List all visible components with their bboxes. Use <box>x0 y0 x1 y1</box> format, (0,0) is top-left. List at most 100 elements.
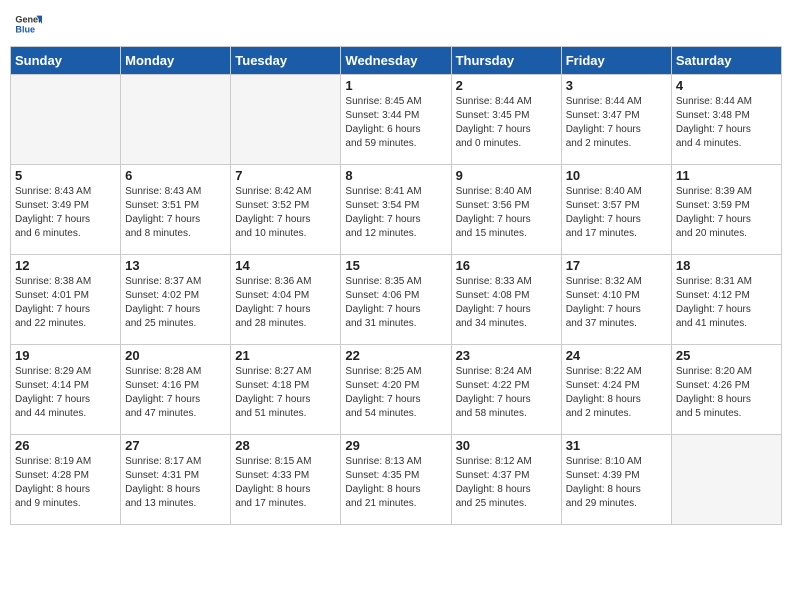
day-info: Sunrise: 8:37 AM Sunset: 4:02 PM Dayligh… <box>125 275 226 331</box>
day-info: Sunrise: 8:28 AM Sunset: 4:16 PM Dayligh… <box>125 365 226 421</box>
calendar-cell: 11 Sunrise: 8:39 AM Sunset: 3:59 PM Dayli… <box>671 165 781 255</box>
day-number: 18 <box>676 258 777 273</box>
day-info: Sunrise: 8:43 AM Sunset: 3:49 PM Dayligh… <box>15 185 116 241</box>
week-row-0: 1 Sunrise: 8:45 AM Sunset: 3:44 PM Daylig… <box>11 75 782 165</box>
calendar-cell: 18 Sunrise: 8:31 AM Sunset: 4:12 PM Dayli… <box>671 255 781 345</box>
weekday-header-row: SundayMondayTuesdayWednesdayThursdayFrid… <box>11 47 782 75</box>
calendar-cell: 17 Sunrise: 8:32 AM Sunset: 4:10 PM Dayli… <box>561 255 671 345</box>
day-number: 1 <box>345 78 446 93</box>
day-number: 23 <box>456 348 557 363</box>
day-info: Sunrise: 8:41 AM Sunset: 3:54 PM Dayligh… <box>345 185 446 241</box>
day-number: 22 <box>345 348 446 363</box>
calendar-cell: 23 Sunrise: 8:24 AM Sunset: 4:22 PM Dayli… <box>451 345 561 435</box>
day-number: 11 <box>676 168 777 183</box>
calendar-cell: 16 Sunrise: 8:33 AM Sunset: 4:08 PM Dayli… <box>451 255 561 345</box>
weekday-header-wednesday: Wednesday <box>341 47 451 75</box>
calendar-cell: 30 Sunrise: 8:12 AM Sunset: 4:37 PM Dayli… <box>451 435 561 525</box>
calendar-cell: 25 Sunrise: 8:20 AM Sunset: 4:26 PM Dayli… <box>671 345 781 435</box>
day-number: 24 <box>566 348 667 363</box>
calendar-cell: 5 Sunrise: 8:43 AM Sunset: 3:49 PM Daylig… <box>11 165 121 255</box>
day-info: Sunrise: 8:22 AM Sunset: 4:24 PM Dayligh… <box>566 365 667 421</box>
day-number: 5 <box>15 168 116 183</box>
day-info: Sunrise: 8:33 AM Sunset: 4:08 PM Dayligh… <box>456 275 557 331</box>
weekday-header-friday: Friday <box>561 47 671 75</box>
day-info: Sunrise: 8:20 AM Sunset: 4:26 PM Dayligh… <box>676 365 777 421</box>
day-info: Sunrise: 8:43 AM Sunset: 3:51 PM Dayligh… <box>125 185 226 241</box>
calendar-cell: 21 Sunrise: 8:27 AM Sunset: 4:18 PM Dayli… <box>231 345 341 435</box>
day-number: 13 <box>125 258 226 273</box>
calendar-cell <box>11 75 121 165</box>
day-info: Sunrise: 8:38 AM Sunset: 4:01 PM Dayligh… <box>15 275 116 331</box>
calendar-cell: 19 Sunrise: 8:29 AM Sunset: 4:14 PM Dayli… <box>11 345 121 435</box>
day-info: Sunrise: 8:12 AM Sunset: 4:37 PM Dayligh… <box>456 455 557 511</box>
calendar-cell: 14 Sunrise: 8:36 AM Sunset: 4:04 PM Dayli… <box>231 255 341 345</box>
day-number: 9 <box>456 168 557 183</box>
calendar-cell: 26 Sunrise: 8:19 AM Sunset: 4:28 PM Dayli… <box>11 435 121 525</box>
calendar-cell: 20 Sunrise: 8:28 AM Sunset: 4:16 PM Dayli… <box>121 345 231 435</box>
week-row-1: 5 Sunrise: 8:43 AM Sunset: 3:49 PM Daylig… <box>11 165 782 255</box>
calendar-cell: 4Sunrise: 8:44 AM Sunset: 3:48 PM Daylig… <box>671 75 781 165</box>
calendar-cell: 24 Sunrise: 8:22 AM Sunset: 4:24 PM Dayli… <box>561 345 671 435</box>
day-number: 26 <box>15 438 116 453</box>
calendar-cell: 31 Sunrise: 8:10 AM Sunset: 4:39 PM Dayli… <box>561 435 671 525</box>
day-number: 6 <box>125 168 226 183</box>
svg-text:Blue: Blue <box>15 24 35 34</box>
day-info: Sunrise: 8:13 AM Sunset: 4:35 PM Dayligh… <box>345 455 446 511</box>
day-number: 17 <box>566 258 667 273</box>
day-info: Sunrise: 8:15 AM Sunset: 4:33 PM Dayligh… <box>235 455 336 511</box>
weekday-header-monday: Monday <box>121 47 231 75</box>
logo: General Blue <box>14 10 42 38</box>
day-info: Sunrise: 8:35 AM Sunset: 4:06 PM Dayligh… <box>345 275 446 331</box>
calendar-cell: 12 Sunrise: 8:38 AM Sunset: 4:01 PM Dayli… <box>11 255 121 345</box>
day-number: 3 <box>566 78 667 93</box>
day-info: Sunrise: 8:44 AM Sunset: 3:45 PM Dayligh… <box>456 95 557 151</box>
day-info: Sunrise: 8:31 AM Sunset: 4:12 PM Dayligh… <box>676 275 777 331</box>
calendar-cell: 28 Sunrise: 8:15 AM Sunset: 4:33 PM Dayli… <box>231 435 341 525</box>
day-number: 16 <box>456 258 557 273</box>
calendar-cell: 1 Sunrise: 8:45 AM Sunset: 3:44 PM Daylig… <box>341 75 451 165</box>
calendar-cell: 10Sunrise: 8:40 AM Sunset: 3:57 PM Dayli… <box>561 165 671 255</box>
weekday-header-tuesday: Tuesday <box>231 47 341 75</box>
header: General Blue <box>10 10 782 38</box>
day-info: Sunrise: 8:27 AM Sunset: 4:18 PM Dayligh… <box>235 365 336 421</box>
calendar-cell: 29Sunrise: 8:13 AM Sunset: 4:35 PM Dayli… <box>341 435 451 525</box>
day-number: 19 <box>15 348 116 363</box>
calendar-cell: 9Sunrise: 8:40 AM Sunset: 3:56 PM Daylig… <box>451 165 561 255</box>
weekday-header-sunday: Sunday <box>11 47 121 75</box>
day-info: Sunrise: 8:36 AM Sunset: 4:04 PM Dayligh… <box>235 275 336 331</box>
day-info: Sunrise: 8:42 AM Sunset: 3:52 PM Dayligh… <box>235 185 336 241</box>
day-info: Sunrise: 8:29 AM Sunset: 4:14 PM Dayligh… <box>15 365 116 421</box>
weekday-header-thursday: Thursday <box>451 47 561 75</box>
day-number: 14 <box>235 258 336 273</box>
day-info: Sunrise: 8:32 AM Sunset: 4:10 PM Dayligh… <box>566 275 667 331</box>
calendar-cell: 3Sunrise: 8:44 AM Sunset: 3:47 PM Daylig… <box>561 75 671 165</box>
day-info: Sunrise: 8:17 AM Sunset: 4:31 PM Dayligh… <box>125 455 226 511</box>
day-info: Sunrise: 8:39 AM Sunset: 3:59 PM Dayligh… <box>676 185 777 241</box>
calendar-cell <box>671 435 781 525</box>
day-number: 15 <box>345 258 446 273</box>
day-info: Sunrise: 8:10 AM Sunset: 4:39 PM Dayligh… <box>566 455 667 511</box>
day-number: 21 <box>235 348 336 363</box>
week-row-3: 19 Sunrise: 8:29 AM Sunset: 4:14 PM Dayli… <box>11 345 782 435</box>
logo-icon: General Blue <box>14 10 42 38</box>
calendar-cell: 13 Sunrise: 8:37 AM Sunset: 4:02 PM Dayli… <box>121 255 231 345</box>
day-info: Sunrise: 8:24 AM Sunset: 4:22 PM Dayligh… <box>456 365 557 421</box>
day-number: 12 <box>15 258 116 273</box>
day-number: 20 <box>125 348 226 363</box>
day-number: 4 <box>676 78 777 93</box>
calendar-cell: 8Sunrise: 8:41 AM Sunset: 3:54 PM Daylig… <box>341 165 451 255</box>
calendar-cell <box>121 75 231 165</box>
day-number: 28 <box>235 438 336 453</box>
day-info: Sunrise: 8:25 AM Sunset: 4:20 PM Dayligh… <box>345 365 446 421</box>
day-number: 25 <box>676 348 777 363</box>
day-info: Sunrise: 8:40 AM Sunset: 3:57 PM Dayligh… <box>566 185 667 241</box>
calendar-cell: 6 Sunrise: 8:43 AM Sunset: 3:51 PM Daylig… <box>121 165 231 255</box>
day-number: 30 <box>456 438 557 453</box>
calendar-table: SundayMondayTuesdayWednesdayThursdayFrid… <box>10 46 782 525</box>
day-info: Sunrise: 8:45 AM Sunset: 3:44 PM Dayligh… <box>345 95 446 151</box>
week-row-4: 26 Sunrise: 8:19 AM Sunset: 4:28 PM Dayli… <box>11 435 782 525</box>
day-info: Sunrise: 8:19 AM Sunset: 4:28 PM Dayligh… <box>15 455 116 511</box>
week-row-2: 12 Sunrise: 8:38 AM Sunset: 4:01 PM Dayli… <box>11 255 782 345</box>
calendar-cell: 22 Sunrise: 8:25 AM Sunset: 4:20 PM Dayli… <box>341 345 451 435</box>
day-number: 31 <box>566 438 667 453</box>
